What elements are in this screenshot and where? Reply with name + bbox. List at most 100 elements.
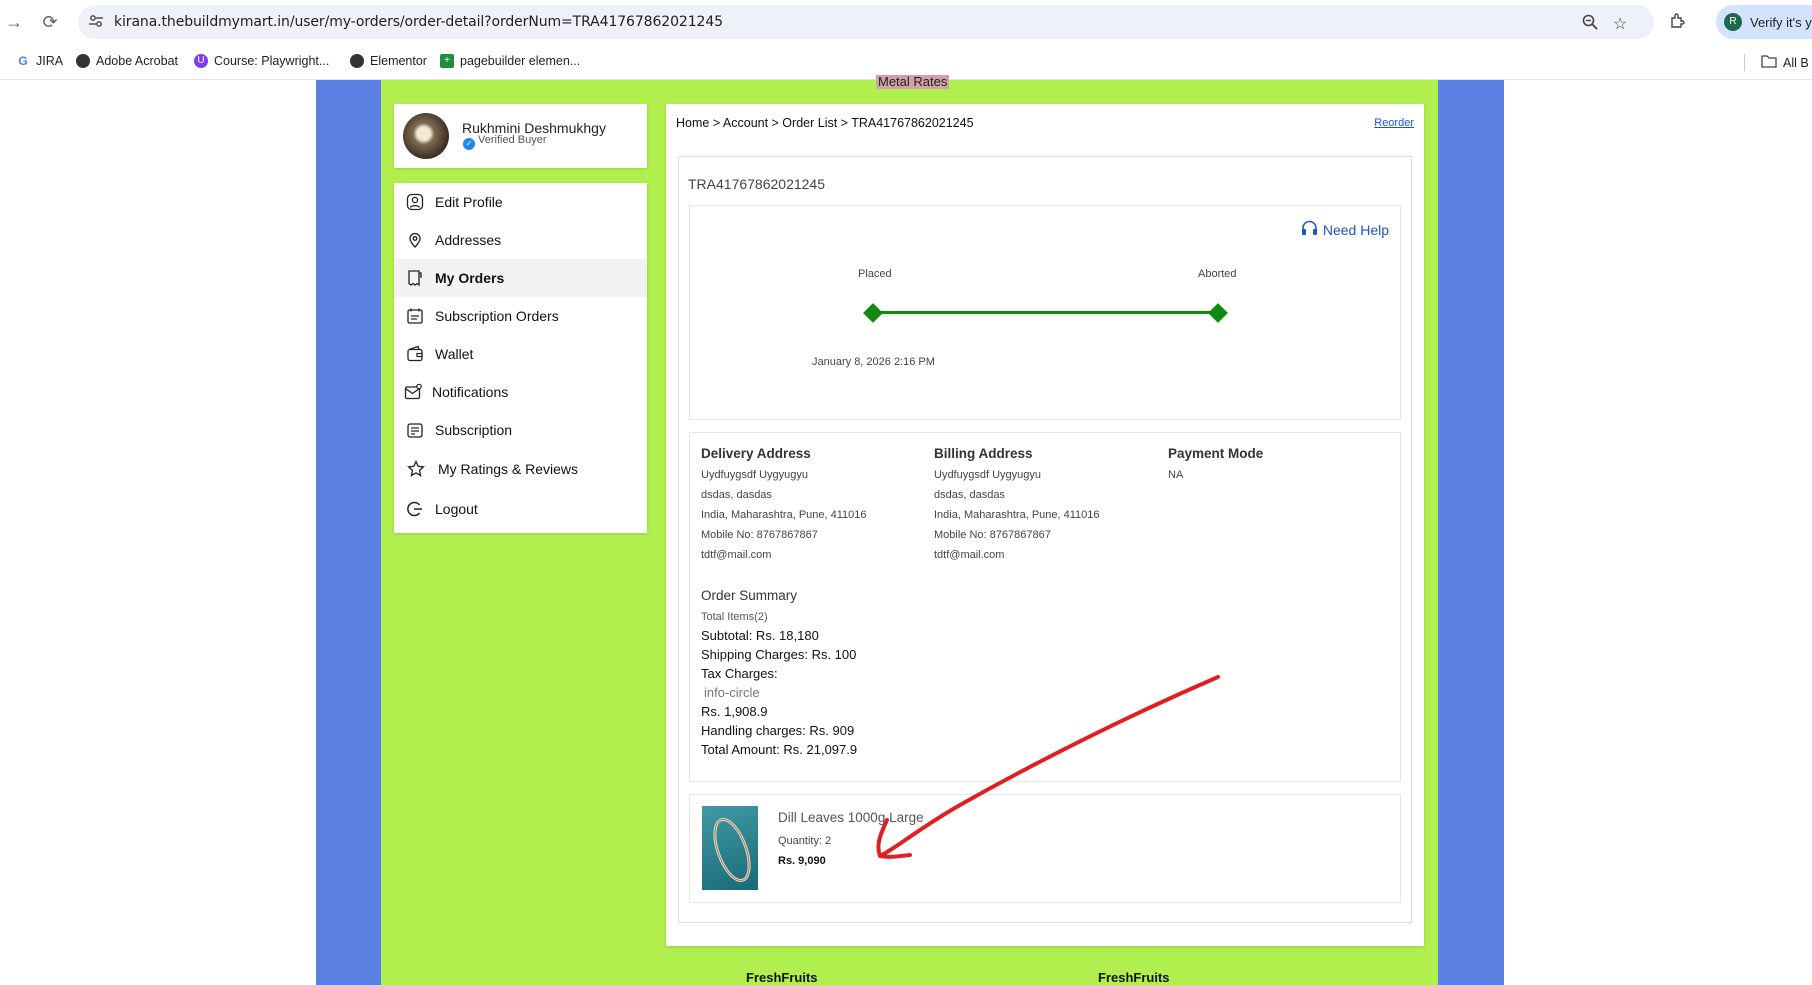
forward-arrow-icon[interactable]: → xyxy=(4,12,24,32)
order-id: TRA41767862021245 xyxy=(688,176,826,192)
tax-value: Rs. 1,908.9 xyxy=(701,704,768,719)
total-amount: Total Amount: Rs. 21,097.9 xyxy=(701,742,858,757)
breadcrumb[interactable]: Home > Account > Order List > TRA4176786… xyxy=(676,116,974,130)
star-icon xyxy=(407,460,425,478)
extensions-icon[interactable] xyxy=(1668,12,1688,32)
bookmark-jira[interactable]: G JIRA xyxy=(16,54,63,68)
billing-line: dsdas, dasdas xyxy=(934,489,1005,501)
order-info: Delivery Address Uydfuygsdf Uygyugyu dsd… xyxy=(689,432,1401,782)
verified-check-icon: ✓ xyxy=(463,138,475,150)
tax-charges: Tax Charges: xyxy=(701,666,778,681)
all-bookmarks[interactable]: All B xyxy=(1744,54,1809,71)
order-tracking: Need Help Placed Aborted January 8, 2026… xyxy=(689,205,1401,420)
footer-category-left[interactable]: FreshFruits xyxy=(746,970,818,985)
notifications-icon xyxy=(404,383,422,401)
sidebar-item-label: My Orders xyxy=(435,270,505,286)
need-help-link[interactable]: Need Help xyxy=(1301,220,1389,239)
browser-address-row: → ⟳ kirana.thebuildmymart.in/user/my-ord… xyxy=(0,0,1812,44)
avatar xyxy=(403,113,449,159)
bookmark-course[interactable]: U Course: Playwright... xyxy=(194,54,329,68)
sidebar-item-label: Subscription Orders xyxy=(435,308,559,324)
logout-icon xyxy=(406,500,424,518)
delivery-line: Mobile No: 8767867867 xyxy=(701,529,818,541)
product-name[interactable]: Dill Leaves 1000g Large xyxy=(778,810,924,825)
sidebar-item-subscription[interactable]: Subscription xyxy=(394,411,647,449)
sidebar-item-notifications[interactable]: Notifications xyxy=(394,373,647,411)
stage-marker-placed xyxy=(863,303,883,323)
sidebar-item-label: Edit Profile xyxy=(435,194,503,210)
reload-icon[interactable]: ⟳ xyxy=(40,12,60,32)
profile-button[interactable]: R Verify it's yo xyxy=(1716,5,1812,39)
site-settings-icon[interactable] xyxy=(88,13,106,31)
bookmark-star-icon[interactable]: ☆ xyxy=(1613,14,1627,34)
reorder-link[interactable]: Reorder xyxy=(1374,117,1414,129)
sidebar-item-edit-profile[interactable]: Edit Profile xyxy=(394,183,647,221)
location-pin-icon xyxy=(406,231,424,249)
payment-mode-heading: Payment Mode xyxy=(1168,446,1264,461)
user-circle-icon xyxy=(406,193,424,211)
order-detail-card: Home > Account > Order List > TRA4176786… xyxy=(666,104,1424,946)
subtotal: Subtotal: Rs. 18,180 xyxy=(701,628,819,643)
billing-line: Uydfuygsdf Uygyugyu xyxy=(934,469,1041,481)
total-items: Total Items(2) xyxy=(701,611,768,623)
sidebar-item-addresses[interactable]: Addresses xyxy=(394,221,647,259)
sidebar-item-label: Logout xyxy=(435,501,478,517)
metal-rates-link[interactable]: Metal Rates xyxy=(876,75,950,89)
sidebar-item-ratings-reviews[interactable]: My Ratings & Reviews xyxy=(394,450,647,488)
bookmark-elementor[interactable]: Elementor xyxy=(350,54,427,68)
subscription-orders-icon xyxy=(406,307,424,325)
payment-mode-value: NA xyxy=(1168,469,1184,481)
sidebar-item-label: Subscription xyxy=(435,422,513,438)
subscription-icon xyxy=(406,421,424,439)
profile-avatar: R xyxy=(1724,13,1742,31)
progress-line xyxy=(873,311,1218,314)
sidebar-item-label: Wallet xyxy=(435,346,474,362)
footer-category-right[interactable]: FreshFruits xyxy=(1098,970,1170,985)
url-text: kirana.thebuildmymart.in/user/my-orders/… xyxy=(114,14,723,30)
sidebar-item-label: Notifications xyxy=(432,384,509,400)
handling-charges: Handling charges: Rs. 909 xyxy=(701,723,855,738)
order-container: TRA41767862021245 Need Help Placed Abort… xyxy=(678,156,1412,923)
wallet-icon xyxy=(406,345,424,363)
order-summary-title: Order Summary xyxy=(701,588,798,603)
stage-date-placed: January 8, 2026 2:16 PM xyxy=(812,356,935,368)
delivery-line: dsdas, dasdas xyxy=(701,489,772,501)
zoom-icon[interactable] xyxy=(1582,14,1598,35)
billing-line: tdtf@mail.com xyxy=(934,549,1005,561)
bookmark-adobe[interactable]: Adobe Acrobat xyxy=(76,54,178,68)
profile-text: Verify it's yo xyxy=(1750,15,1812,30)
product-image[interactable] xyxy=(702,806,758,890)
headset-icon xyxy=(1301,220,1318,239)
account-sidebar: Edit Profile Addresses My Orders Subscri… xyxy=(394,183,647,533)
info-circle-icon[interactable]: info-circle xyxy=(704,685,760,700)
sidebar-item-label: My Ratings & Reviews xyxy=(438,461,579,477)
billing-line: Mobile No: 8767867867 xyxy=(934,529,1051,541)
product-quantity: Quantity: 2 xyxy=(778,835,832,847)
orders-icon xyxy=(406,269,424,287)
delivery-address-heading: Delivery Address xyxy=(701,446,811,461)
delivery-line: India, Maharashtra, Pune, 411016 xyxy=(701,509,867,521)
billing-address-heading: Billing Address xyxy=(934,446,1033,461)
billing-line: India, Maharashtra, Pune, 411016 xyxy=(934,509,1100,521)
user-card: Rukhmini Deshmukhgy ✓ Verified Buyer xyxy=(394,104,647,168)
udemy-icon: U xyxy=(194,54,208,68)
sidebar-item-my-orders[interactable]: My Orders xyxy=(394,259,647,297)
globe-icon xyxy=(350,54,364,68)
bookmark-pagebuilder[interactable]: + pagebuilder elemen... xyxy=(440,54,580,68)
google-icon: G xyxy=(16,54,30,68)
delivery-line: Uydfuygsdf Uygyugyu xyxy=(701,469,808,481)
order-item: Dill Leaves 1000g Large Quantity: 2 Rs. … xyxy=(689,794,1401,903)
stage-marker-aborted xyxy=(1208,303,1228,323)
shipping-charges: Shipping Charges: Rs. 100 xyxy=(701,647,857,662)
user-status: Verified Buyer xyxy=(478,134,547,146)
sidebar-item-wallet[interactable]: Wallet xyxy=(394,335,647,373)
sheets-icon: + xyxy=(440,54,454,68)
stage-label-aborted: Aborted xyxy=(1198,268,1237,280)
product-price: Rs. 9,090 xyxy=(778,855,826,867)
sidebar-item-subscription-orders[interactable]: Subscription Orders xyxy=(394,297,647,335)
stage-label-placed: Placed xyxy=(858,268,892,280)
sidebar-item-label: Addresses xyxy=(435,232,502,248)
address-bar[interactable]: kirana.thebuildmymart.in/user/my-orders/… xyxy=(78,5,1654,39)
sidebar-item-logout[interactable]: Logout xyxy=(394,490,647,528)
folder-icon xyxy=(1761,54,1777,71)
